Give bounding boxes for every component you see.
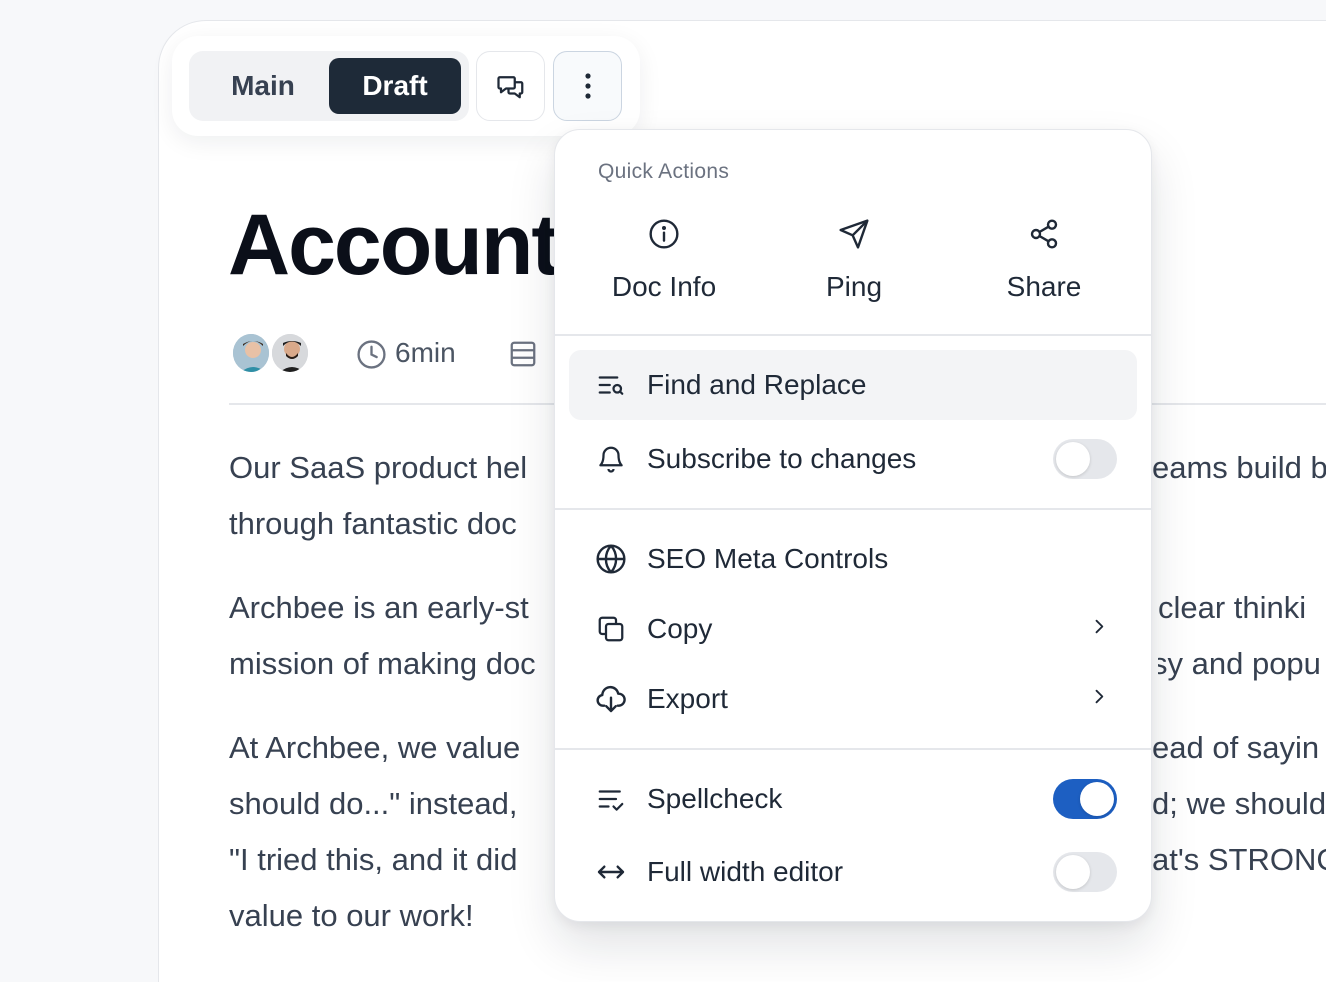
bell-icon [595,443,627,475]
arrows-horizontal-icon [595,856,627,888]
globe-icon [595,543,627,575]
more-options-menu: Quick Actions Doc Info Ping Share Find a… [554,129,1152,922]
copy-icon [595,613,627,645]
cloud-download-icon [595,683,627,715]
quick-action-label: Share [1006,271,1082,302]
branch-switcher: Main Draft [189,51,469,121]
menu-item-seo[interactable]: SEO Meta Controls [569,524,1137,594]
tab-main[interactable]: Main [199,58,327,114]
comments-button[interactable] [476,51,545,121]
menu-item-copy[interactable]: Copy [569,594,1137,664]
avatar[interactable] [270,332,310,374]
read-time: 6min [395,337,456,368]
menu-heading: Quick Actions [598,160,730,183]
toggle-knob [1080,782,1114,816]
info-icon [649,219,679,249]
paragraph-right: clear thinki sy and popu [1158,590,1321,681]
menu-item-label: Find and Replace [647,369,867,400]
menu-item-label: Export [647,683,728,714]
more-vertical-icon [584,73,591,99]
menu-item-label: Subscribe to changes [647,443,917,474]
quick-action-label: Doc Info [611,271,717,302]
chevron-right-icon [1089,616,1109,643]
menu-item-find-replace[interactable]: Find and Replace [569,350,1137,420]
menu-divider [555,508,1151,510]
page-title: Account [228,197,560,293]
avatar[interactable] [231,332,271,374]
quick-action-label: Ping [825,271,883,302]
more-options-button[interactable] [553,51,622,121]
menu-item-export[interactable]: Export [569,664,1137,734]
clock-icon [356,339,387,375]
paragraph-right: eams build b [1152,450,1326,485]
toggle-knob [1056,442,1090,476]
menu-item-spellcheck[interactable]: Spellcheck [569,764,1137,834]
full-width-toggle[interactable] [1053,852,1117,892]
comments-icon [496,76,523,99]
subscribe-toggle[interactable] [1053,439,1117,479]
menu-item-full-width[interactable]: Full width editor [569,837,1137,907]
quick-action-doc-info[interactable]: Doc Info [564,218,764,303]
find-replace-icon [595,369,627,401]
tab-draft[interactable]: Draft [329,58,461,114]
menu-item-label: Copy [647,613,713,644]
paragraph-right: ead of sayin d; we should at's STRONG [1152,730,1326,877]
menu-item-label: SEO Meta Controls [647,543,889,574]
toggle-knob [1056,855,1090,889]
quick-action-ping[interactable]: Ping [754,218,954,303]
menu-divider [555,334,1151,336]
menu-item-label: Full width editor [647,856,844,887]
menu-divider [555,748,1151,750]
menu-item-subscribe[interactable]: Subscribe to changes [569,424,1137,494]
menu-item-label: Spellcheck [647,783,783,814]
send-icon [839,219,869,249]
spellcheck-icon [595,783,627,815]
spellcheck-toggle[interactable] [1053,779,1117,819]
share-icon [1030,219,1058,249]
quick-action-share[interactable]: Share [944,218,1144,303]
chevron-right-icon [1089,686,1109,713]
layout-icon[interactable] [508,339,538,374]
